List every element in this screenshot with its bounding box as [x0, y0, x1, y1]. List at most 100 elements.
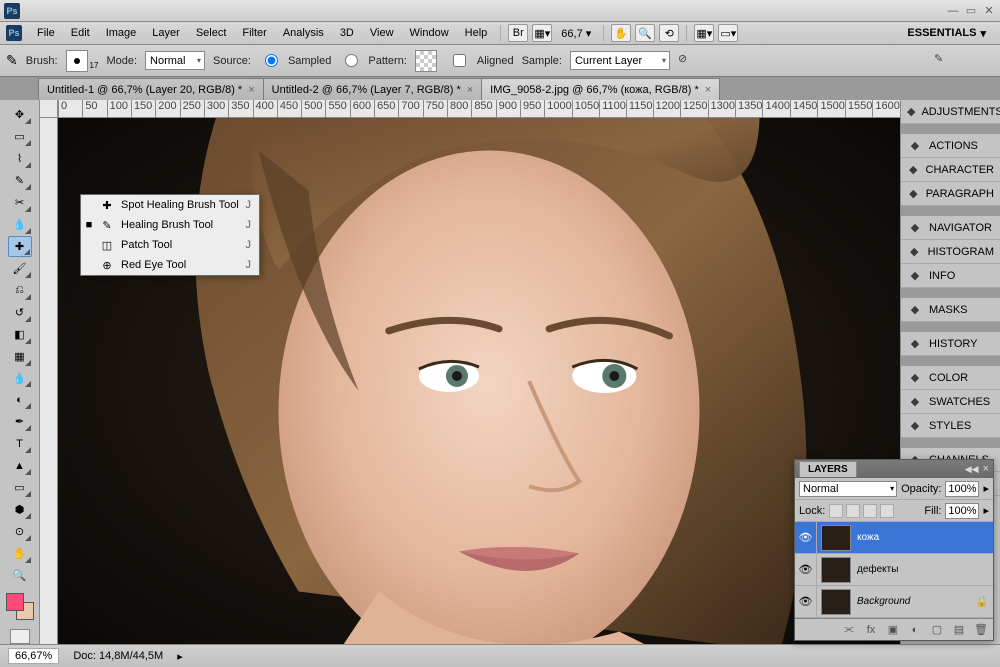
hand-tool[interactable]: ✋ — [8, 543, 32, 564]
close-icon[interactable]: × — [248, 84, 254, 96]
horizontal-ruler[interactable]: 0501001502002503003504004505005506006507… — [58, 100, 900, 118]
move-tool[interactable]: ✥ — [8, 104, 32, 125]
menu-3d[interactable]: 3D — [333, 24, 361, 42]
marquee-tool[interactable]: ▭ — [8, 126, 32, 147]
type-tool[interactable]: T — [8, 433, 32, 454]
mode-dropdown[interactable]: Normal — [145, 51, 205, 70]
pattern-swatch[interactable] — [415, 50, 437, 72]
panel-tab-masks[interactable]: ◆MASKS — [901, 298, 1000, 322]
menu-file[interactable]: File — [30, 24, 62, 42]
quick-mask-button[interactable] — [10, 629, 30, 644]
panel-tab-histogram[interactable]: ◆HISTOGRAM — [901, 240, 1000, 264]
opacity-input[interactable]: 100% — [945, 481, 979, 497]
window-close-icon[interactable]: ✕ — [982, 5, 996, 17]
flyout-healing-brush[interactable]: ■✎ Healing Brush ToolJ — [81, 215, 259, 235]
brush-tool[interactable]: 🖌 — [8, 258, 32, 279]
panel-tab-navigator[interactable]: ◆NAVIGATOR — [901, 216, 1000, 240]
blur-tool[interactable]: 💧 — [8, 368, 32, 389]
view-extras-icon[interactable]: ▦▾ — [532, 24, 552, 42]
link-layers-icon[interactable]: ⫘ — [841, 622, 857, 638]
panel-tab-swatches[interactable]: ◆SWATCHES — [901, 390, 1000, 414]
crop-tool[interactable]: ✂ — [8, 192, 32, 213]
ps-menu-icon[interactable]: Ps — [6, 25, 22, 41]
layer-item[interactable]: 👁 кожа — [795, 522, 993, 554]
menu-window[interactable]: Window — [403, 24, 456, 42]
panel-tab-info[interactable]: ◆INFO — [901, 264, 1000, 288]
hand-tool-shortcut-icon[interactable]: ✋ — [611, 24, 631, 42]
dodge-tool[interactable]: ◐ — [8, 389, 32, 410]
eyedropper-tool[interactable]: 💧 — [8, 214, 32, 235]
status-flyout-icon[interactable]: ▸ — [177, 650, 183, 663]
lock-image-icon[interactable] — [846, 504, 860, 518]
layer-mask-icon[interactable]: ▣ — [885, 622, 901, 638]
visibility-toggle-icon[interactable]: 👁 — [795, 522, 817, 553]
quick-select-tool[interactable]: ✎ — [8, 170, 32, 191]
menu-analysis[interactable]: Analysis — [276, 24, 331, 42]
layers-tab[interactable]: LAYERS — [799, 461, 857, 477]
screen-mode-icon[interactable]: ▭▾ — [718, 24, 738, 42]
close-icon[interactable]: × — [467, 84, 473, 96]
layer-style-icon[interactable]: fx — [863, 622, 879, 638]
layer-thumbnail[interactable] — [821, 525, 851, 551]
flyout-spot-healing[interactable]: ✚ Spot Healing Brush ToolJ — [81, 195, 259, 215]
pen-tool[interactable]: ✒ — [8, 411, 32, 432]
adjustment-layer-icon[interactable]: ◐ — [907, 622, 923, 638]
vertical-ruler[interactable] — [40, 118, 58, 644]
new-layer-icon[interactable]: ▤ — [951, 622, 967, 638]
menu-image[interactable]: Image — [99, 24, 144, 42]
layer-group-icon[interactable]: ▢ — [929, 622, 945, 638]
layer-thumbnail[interactable] — [821, 557, 851, 583]
path-select-tool[interactable]: ▲ — [8, 455, 32, 476]
menu-edit[interactable]: Edit — [64, 24, 97, 42]
arrange-icon[interactable]: ▦▾ — [694, 24, 714, 42]
panel-tab-adjustments[interactable]: ◆ADJUSTMENTS — [901, 100, 1000, 124]
source-sampled-radio[interactable] — [265, 54, 278, 67]
3d-tool[interactable]: ⬢ — [8, 499, 32, 520]
panel-tab-character[interactable]: ◆CHARACTER — [901, 158, 1000, 182]
eraser-tool[interactable]: ◧ — [8, 324, 32, 345]
layer-name[interactable]: дефекты — [855, 564, 993, 575]
lock-all-icon[interactable] — [880, 504, 894, 518]
rotate-view-icon[interactable]: ⟲ — [659, 24, 679, 42]
tablet-pressure-icon[interactable]: ✎ — [934, 52, 954, 70]
ignore-adjustment-icon[interactable]: ⊘ — [678, 52, 698, 70]
layer-thumbnail[interactable] — [821, 589, 851, 615]
document-tab[interactable]: IMG_9058-2.jpg @ 66,7% (кожа, RGB/8) *× — [481, 78, 720, 100]
document-tab[interactable]: Untitled-2 @ 66,7% (Layer 7, RGB/8) *× — [263, 78, 483, 100]
zoom-tool[interactable]: 🔍 — [8, 565, 32, 586]
fill-input[interactable]: 100% — [945, 503, 979, 519]
3d-camera-tool[interactable]: ⊙ — [8, 521, 32, 542]
window-minimize-icon[interactable]: — — [946, 5, 960, 17]
layer-name[interactable]: Background — [855, 596, 975, 607]
ruler-origin[interactable] — [40, 100, 58, 118]
brush-preset-picker[interactable] — [66, 50, 88, 72]
panel-tab-color[interactable]: ◆COLOR — [901, 366, 1000, 390]
zoom-tool-shortcut-icon[interactable]: 🔍 — [635, 24, 655, 42]
history-brush-tool[interactable]: ↺ — [8, 302, 32, 323]
foreground-color-swatch[interactable] — [6, 593, 24, 611]
layer-name[interactable]: кожа — [855, 532, 993, 543]
aligned-checkbox[interactable] — [453, 54, 466, 67]
sample-dropdown[interactable]: Current Layer — [570, 51, 670, 70]
source-pattern-radio[interactable] — [345, 54, 358, 67]
layer-item[interactable]: 👁Background🔒 — [795, 586, 993, 618]
bridge-icon[interactable]: Br — [508, 24, 528, 42]
blend-mode-dropdown[interactable]: Normal — [799, 481, 897, 497]
opacity-flyout-icon[interactable]: ▸ — [983, 482, 989, 495]
menu-view[interactable]: View — [363, 24, 401, 42]
color-swatches[interactable] — [6, 593, 34, 620]
document-tab[interactable]: Untitled-1 @ 66,7% (Layer 20, RGB/8) *× — [38, 78, 264, 100]
menu-help[interactable]: Help — [458, 24, 495, 42]
close-icon[interactable]: × — [705, 84, 711, 96]
menu-filter[interactable]: Filter — [235, 24, 273, 42]
shape-tool[interactable]: ▭ — [8, 477, 32, 498]
panel-tab-history[interactable]: ◆HISTORY — [901, 332, 1000, 356]
menu-select[interactable]: Select — [189, 24, 234, 42]
zoom-display[interactable]: 66,7 ▾ — [561, 27, 591, 40]
lock-position-icon[interactable] — [863, 504, 877, 518]
zoom-status[interactable]: 66,67% — [8, 648, 59, 664]
lock-transparency-icon[interactable] — [829, 504, 843, 518]
visibility-toggle-icon[interactable]: 👁 — [795, 554, 817, 585]
flyout-patch[interactable]: ◫ Patch ToolJ — [81, 235, 259, 255]
clone-stamp-tool[interactable]: ⎌ — [8, 280, 32, 301]
